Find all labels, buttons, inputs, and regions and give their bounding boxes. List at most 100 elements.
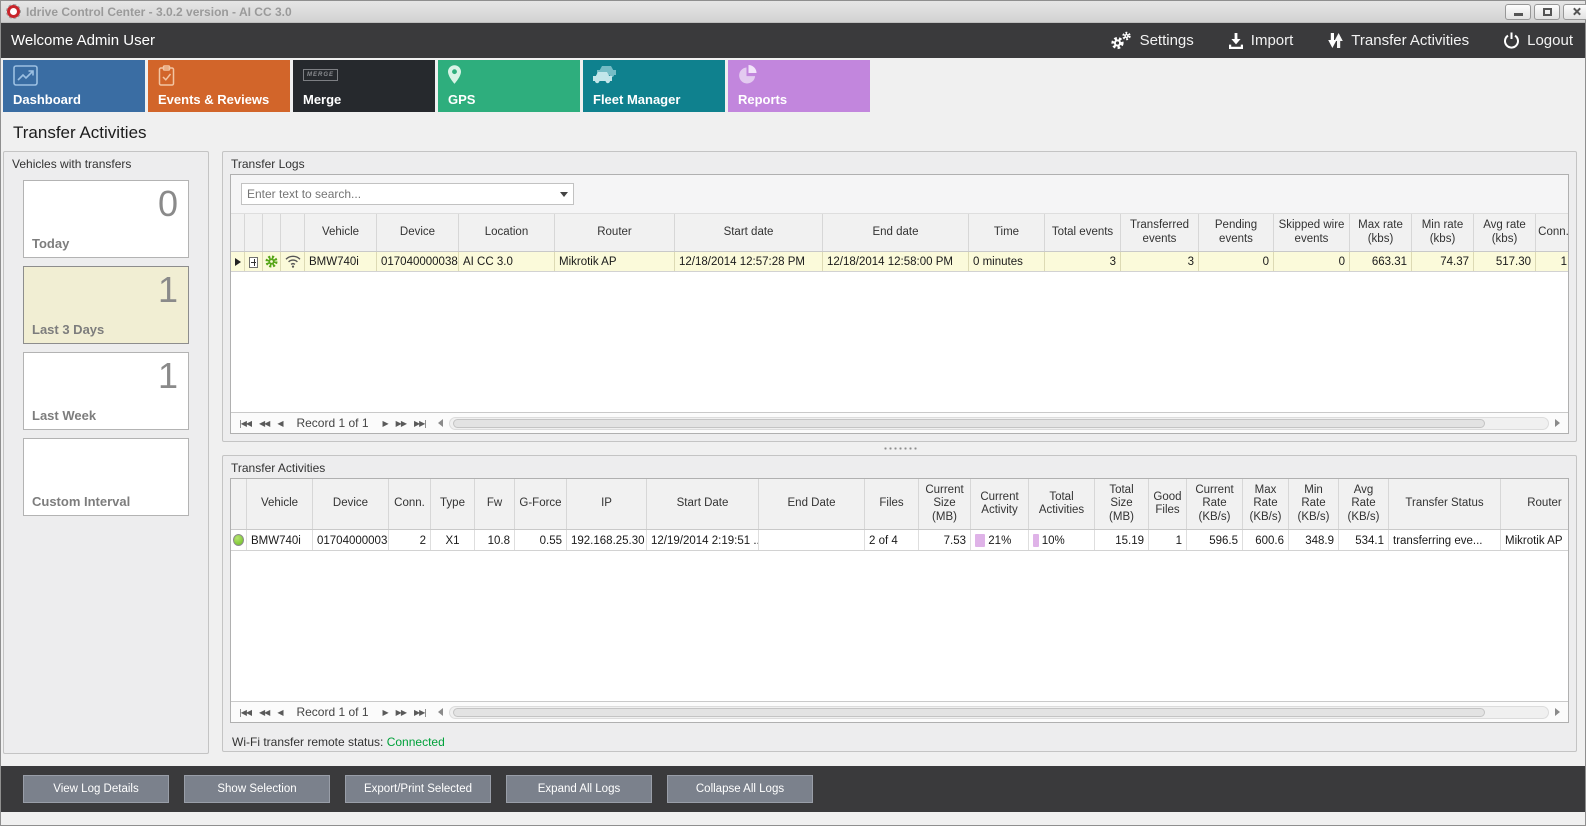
- pager-text: Record 1 of 1: [288, 705, 376, 719]
- gears-icon: [1109, 31, 1133, 50]
- search-dropdown-button[interactable]: [555, 184, 573, 204]
- col-conn[interactable]: Conn.: [389, 479, 431, 529]
- col-pending-events[interactable]: Pending events: [1199, 214, 1274, 251]
- col-ip[interactable]: IP: [567, 479, 647, 529]
- col-vehicle[interactable]: Vehicle: [247, 479, 313, 529]
- col-router[interactable]: Router: [1501, 479, 1569, 529]
- top-bar: Welcome Admin User Settings: [1, 23, 1585, 58]
- scroll-right-arrow[interactable]: [1555, 708, 1560, 716]
- col-transfer-status[interactable]: Transfer Status: [1389, 479, 1501, 529]
- col-min-rate[interactable]: Min rate (kbs): [1412, 214, 1474, 251]
- col-avg-rate[interactable]: Avg rate (kbs): [1474, 214, 1536, 251]
- scrollbar-thumb[interactable]: [453, 708, 1485, 717]
- panel-splitter[interactable]: [222, 442, 1577, 455]
- tab-merge[interactable]: MERGE Merge: [293, 60, 435, 112]
- export-print-selected-button[interactable]: Export/Print Selected: [345, 775, 491, 803]
- col-end-date[interactable]: End date: [823, 214, 969, 251]
- minimize-button[interactable]: [1505, 4, 1531, 20]
- pager-prev-button[interactable]: ◀: [275, 708, 284, 717]
- tab-fleet-manager[interactable]: Fleet Manager: [583, 60, 725, 112]
- col-total-activities[interactable]: Total Activities: [1029, 479, 1095, 529]
- col-router[interactable]: Router: [555, 214, 675, 251]
- col-transferred-events[interactable]: Transferred events: [1121, 214, 1199, 251]
- cell-transfer-status: transferring eve...: [1389, 530, 1501, 550]
- col-max-rate[interactable]: Max Rate (KB/s): [1243, 479, 1289, 529]
- col-fw[interactable]: Fw: [475, 479, 515, 529]
- transfer-activities-row[interactable]: BMW740i 017040000038 2 X1 10.8 0.55 192.…: [231, 530, 1568, 551]
- cell-total-events: 3: [1045, 252, 1121, 271]
- col-avg-rate[interactable]: Avg Rate (KB/s): [1339, 479, 1389, 529]
- pager-next-page-button[interactable]: ▶▶: [394, 708, 408, 717]
- clipboard-icon: [158, 65, 175, 89]
- card-last-week[interactable]: 1 Last Week: [23, 352, 189, 430]
- settings-button[interactable]: Settings: [1109, 31, 1194, 50]
- expand-all-logs-button[interactable]: Expand All Logs: [506, 775, 652, 803]
- expand-cell[interactable]: [245, 252, 263, 271]
- search-combo: [241, 183, 574, 205]
- card-today[interactable]: 0 Today: [23, 180, 189, 258]
- col-current-activity[interactable]: Current Activity: [971, 479, 1029, 529]
- collapse-all-logs-button[interactable]: Collapse All Logs: [667, 775, 813, 803]
- pager-first-button[interactable]: |◀◀: [237, 708, 253, 717]
- col-time[interactable]: Time: [969, 214, 1045, 251]
- tab-reports[interactable]: Reports: [728, 60, 870, 112]
- pager-text: Record 1 of 1: [288, 416, 376, 430]
- logout-button[interactable]: Logout: [1503, 32, 1573, 49]
- scroll-left-arrow[interactable]: [438, 419, 443, 427]
- pager-next-button[interactable]: ▶: [381, 708, 390, 717]
- expand-plus-icon[interactable]: [249, 257, 258, 268]
- pager-last-button[interactable]: ▶▶|: [412, 708, 428, 717]
- col-device[interactable]: Device: [313, 479, 389, 529]
- pager-last-button[interactable]: ▶▶|: [412, 419, 428, 428]
- tab-events-reviews[interactable]: Events & Reviews: [148, 60, 290, 112]
- pager-next-button[interactable]: ▶: [381, 419, 390, 428]
- pager-first-button[interactable]: |◀◀: [237, 419, 253, 428]
- horizontal-scrollbar[interactable]: [449, 706, 1549, 719]
- cell-conn: 1: [1536, 252, 1569, 271]
- col-conn[interactable]: Conn.: [1536, 214, 1569, 251]
- show-selection-button[interactable]: Show Selection: [184, 775, 330, 803]
- col-end-date[interactable]: End Date: [759, 479, 865, 529]
- col-gforce[interactable]: G-Force: [515, 479, 567, 529]
- pager-next-page-button[interactable]: ▶▶: [394, 419, 408, 428]
- col-skipped-wire-events[interactable]: Skipped wire events: [1274, 214, 1350, 251]
- card-last-3-days[interactable]: 1 Last 3 Days: [23, 266, 189, 344]
- maximize-button[interactable]: [1534, 4, 1560, 20]
- search-input[interactable]: [242, 187, 555, 201]
- col-total-events[interactable]: Total events: [1045, 214, 1121, 251]
- col-vehicle[interactable]: Vehicle: [305, 214, 377, 251]
- cell-total-size: 15.19: [1095, 530, 1149, 550]
- gear-cell[interactable]: [263, 252, 281, 271]
- card-custom-interval[interactable]: Custom Interval: [23, 438, 189, 516]
- tab-gps[interactable]: GPS: [438, 60, 580, 112]
- cell-end-date: 12/18/2014 12:58:00 PM: [823, 252, 969, 271]
- col-total-size[interactable]: Total Size (MB): [1095, 479, 1149, 529]
- col-max-rate[interactable]: Max rate (kbs): [1350, 214, 1412, 251]
- scroll-left-arrow[interactable]: [438, 708, 443, 716]
- cell-pending-events: 0: [1199, 252, 1274, 271]
- pager-prev-button[interactable]: ◀: [275, 419, 284, 428]
- col-start-date[interactable]: Start date: [675, 214, 823, 251]
- scrollbar-thumb[interactable]: [453, 419, 1485, 428]
- transfer-logs-row[interactable]: BMW740i 017040000038 AI CC 3.0 Mikrotik …: [231, 252, 1568, 272]
- view-log-details-button[interactable]: View Log Details: [23, 775, 169, 803]
- tab-dashboard[interactable]: Dashboard: [3, 60, 145, 112]
- col-start-date[interactable]: Start Date: [647, 479, 759, 529]
- title-bar: Idrive Control Center - 3.0.2 version - …: [1, 1, 1585, 23]
- close-button[interactable]: [1563, 4, 1586, 20]
- import-button[interactable]: Import: [1228, 32, 1294, 49]
- col-location[interactable]: Location: [459, 214, 555, 251]
- col-type[interactable]: Type: [431, 479, 475, 529]
- col-current-rate[interactable]: Current Rate (KB/s): [1187, 479, 1243, 529]
- col-good-files[interactable]: Good Files: [1149, 479, 1187, 529]
- pager-prev-page-button[interactable]: ◀◀: [257, 708, 271, 717]
- transfer-activities-button[interactable]: Transfer Activities: [1327, 32, 1469, 49]
- col-min-rate[interactable]: Min Rate (KB/s): [1289, 479, 1339, 529]
- col-files[interactable]: Files: [865, 479, 919, 529]
- pager-prev-page-button[interactable]: ◀◀: [257, 419, 271, 428]
- transfer-logs-grid: Vehicle Device Location Router Start dat…: [230, 174, 1569, 434]
- col-current-size[interactable]: Current Size (MB): [919, 479, 971, 529]
- horizontal-scrollbar[interactable]: [449, 417, 1549, 430]
- scroll-right-arrow[interactable]: [1555, 419, 1560, 427]
- col-device[interactable]: Device: [377, 214, 459, 251]
